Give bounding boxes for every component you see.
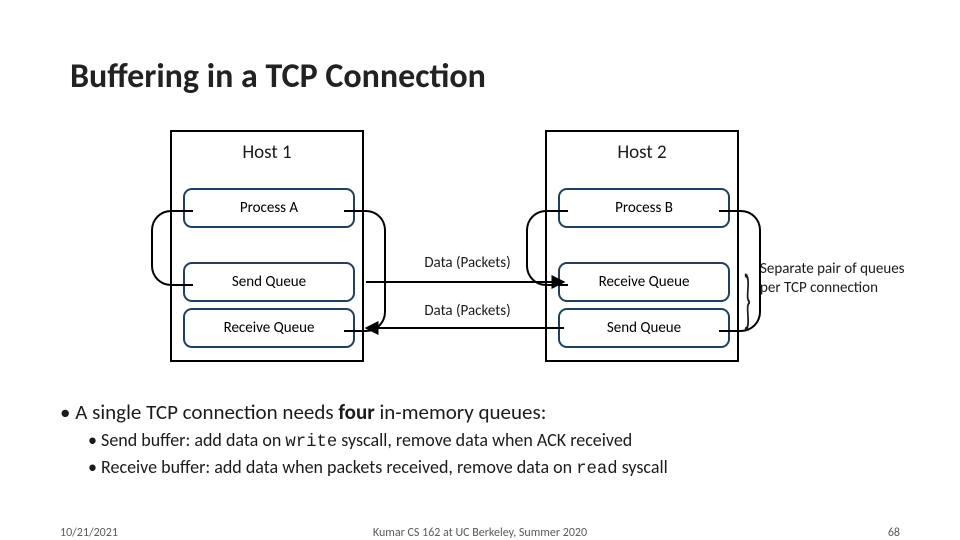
- bullet-sub2-a: Receive buffer: add data when packets re…: [101, 456, 576, 478]
- bullet-sub2-b: syscall: [618, 456, 668, 478]
- data-packets-label-top: Data (Packets): [405, 254, 530, 272]
- host1-box: Host 1 Process A Send Queue Receive Queu…: [170, 130, 364, 362]
- brace-icon: }: [743, 259, 750, 341]
- bullet-sub1-code: write: [285, 433, 337, 452]
- annotation-text: Separate pair of queues per TCP connecti…: [760, 260, 920, 298]
- footer-course: Kumar CS 162 at UC Berkeley, Summer 2020: [373, 526, 587, 540]
- host1-send-queue: Send Queue: [183, 262, 355, 302]
- bullet-main-a: A single TCP connection needs: [75, 399, 338, 425]
- host2-send-queue: Send Queue: [558, 308, 730, 348]
- bullet-sub1: • Send buffer: add data on write syscall…: [88, 428, 920, 454]
- host2-box: Host 2 Process B Receive Queue Send Queu…: [545, 130, 739, 362]
- arrows-svg: [362, 272, 572, 342]
- bullet-sub1-b: syscall, remove data when ACK received: [337, 429, 632, 451]
- host1-loop-left: [151, 210, 193, 286]
- host2-process: Process B: [558, 188, 730, 228]
- slide: Buffering in a TCP Connection Host 1 Pro…: [0, 0, 960, 540]
- bullet-block: • A single TCP connection needs four in-…: [60, 398, 920, 481]
- bullet-sub1-a: Send buffer: add data on: [101, 429, 285, 451]
- bullet-main-bold: four: [338, 399, 374, 425]
- bullet-main-tail: in-memory queues:: [375, 399, 547, 425]
- host2-loop-right: [719, 210, 761, 332]
- slide-title: Buffering in a TCP Connection: [70, 56, 486, 97]
- host1-process: Process A: [183, 188, 355, 228]
- footer-date: 10/21/2021: [60, 526, 118, 540]
- host2-label: Host 2: [617, 141, 666, 164]
- host1-receive-queue: Receive Queue: [183, 308, 355, 348]
- footer-page-number: 68: [888, 526, 900, 540]
- bullet-main: • A single TCP connection needs four in-…: [60, 398, 920, 426]
- bullet-sub2-code: read: [576, 460, 617, 479]
- host2-receive-queue: Receive Queue: [558, 262, 730, 302]
- host1-label: Host 1: [242, 141, 291, 164]
- bullet-sub2: • Receive buffer: add data when packets …: [88, 455, 920, 481]
